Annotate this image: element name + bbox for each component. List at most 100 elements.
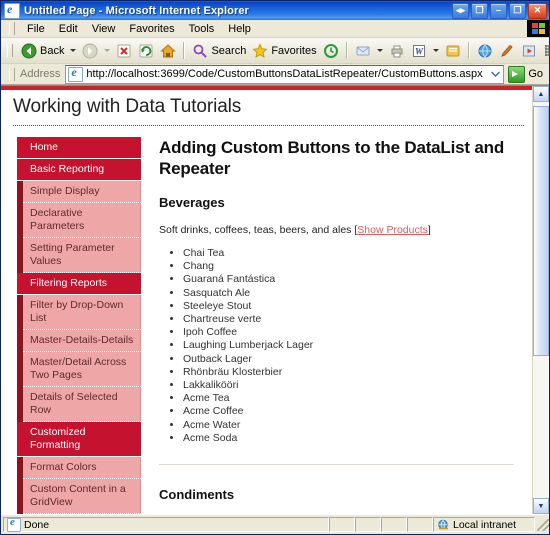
go-label: Go (528, 68, 543, 80)
security-zone-text: Local intranet (453, 519, 516, 531)
address-gripper[interactable] (9, 68, 15, 81)
sidebar-item-format-colors[interactable]: Format Colors (23, 457, 141, 479)
status-bar: Done Local intranet (1, 514, 549, 534)
home-button[interactable] (157, 39, 179, 62)
browser-window: Untitled Page - Microsoft Internet Explo… (0, 0, 550, 535)
address-input[interactable]: http://localhost:3699/Code/CustomButtons… (65, 65, 504, 84)
edit-word-button[interactable]: W (408, 39, 430, 62)
sidebar-item-basic-reporting[interactable]: Basic Reporting (17, 159, 141, 181)
messenger-button[interactable] (442, 39, 464, 62)
list-item: Acme Coffee (183, 405, 514, 418)
minimize-button[interactable]: – (490, 3, 507, 19)
list-item: Guaraná Fantástica (183, 273, 514, 286)
category-divider (159, 464, 514, 465)
toolbar-gripper[interactable] (7, 44, 13, 57)
close-button[interactable]: ✕ (528, 3, 547, 19)
ie-logo-animation (527, 20, 549, 37)
search-icon (192, 43, 208, 59)
list-item: Acme Tea (183, 392, 514, 405)
research-button[interactable] (496, 39, 518, 62)
category-name: Beverages (159, 195, 514, 210)
sidebar-item-details-of-selected-row[interactable]: Details of Selected Row (23, 387, 141, 422)
sidebar-item-simple-display[interactable]: Simple Display (23, 181, 141, 203)
encarta-button[interactable] (540, 39, 550, 62)
discuss-button[interactable] (474, 39, 496, 62)
page-icon (68, 67, 83, 82)
toolbar-separator-1 (183, 42, 185, 59)
main-content: Adding Custom Buttons to the DataList an… (141, 137, 532, 514)
resize-grip[interactable] (537, 519, 549, 531)
sidebar-item-customized-formatting[interactable]: Customized Formatting (17, 422, 141, 457)
media-icon (521, 43, 537, 59)
sidebar-item-master-detail-across-two-pages[interactable]: Master/Detail Across Two Pages (23, 352, 141, 387)
mail-dropdown-icon[interactable] (377, 49, 383, 52)
scroll-thumb[interactable] (533, 106, 549, 356)
menu-edit[interactable]: Edit (52, 22, 85, 36)
site-title: Working with Data Tutorials (1, 90, 532, 125)
maximize-icon: ❐ (513, 6, 521, 15)
restore-group-button[interactable]: ◂▸ (452, 3, 469, 19)
menu-tools[interactable]: Tools (182, 22, 222, 36)
refresh-icon (138, 43, 154, 59)
sidebar-item-master-details-details[interactable]: Master-Details-Details (23, 330, 141, 352)
sidebar-item-filter-by-drop-down-list[interactable]: Filter by Drop-Down List (23, 295, 141, 330)
print-button[interactable] (386, 39, 408, 62)
list-item: Chang (183, 260, 514, 273)
menu-help[interactable]: Help (221, 22, 258, 36)
sidebar-item-filtering-reports[interactable]: Filtering Reports (17, 273, 141, 295)
scroll-track[interactable] (533, 102, 549, 498)
media-button[interactable] (518, 39, 540, 62)
list-item: Acme Water (183, 419, 514, 432)
address-history-dropdown[interactable] (488, 67, 503, 82)
refresh-button[interactable] (135, 39, 157, 62)
list-item: Acme Soda (183, 432, 514, 445)
back-button[interactable]: Back (18, 39, 67, 62)
forward-dropdown-icon[interactable] (104, 49, 110, 52)
sidebar-nav: Home Basic Reporting Simple Display Decl… (17, 137, 141, 514)
menu-view[interactable]: View (85, 22, 123, 36)
page-viewport: Working with Data Tutorials Home Basic R… (1, 85, 549, 514)
ie-page-icon (4, 3, 20, 19)
menu-gripper[interactable] (9, 22, 15, 35)
vertical-scrollbar[interactable]: ▲ ▼ (532, 86, 549, 514)
mail-button[interactable] (352, 39, 374, 62)
sidebar-item-setting-parameter-values[interactable]: Setting Parameter Values (23, 238, 141, 273)
search-button[interactable]: Search (189, 39, 249, 62)
close-icon: ✕ (534, 6, 542, 15)
chevron-down-icon (491, 71, 500, 77)
sidebar-item-custom-content-gridview[interactable]: Custom Content in a GridView (23, 479, 141, 514)
menu-file[interactable]: File (20, 22, 52, 36)
back-dropdown-icon[interactable] (70, 49, 76, 52)
scroll-up-button[interactable]: ▲ (533, 86, 549, 102)
address-url-text: http://localhost:3699/Code/CustomButtons… (86, 68, 488, 80)
show-products-link[interactable]: Show Products (357, 224, 428, 236)
address-bar: Address http://localhost:3699/Code/Custo… (1, 64, 549, 85)
messenger-icon (445, 43, 461, 59)
list-item: Outback Lager (183, 353, 514, 366)
sidebar-item-declarative-parameters[interactable]: Declarative Parameters (23, 203, 141, 238)
window-controls: ◂▸ ❐ – ❐ ✕ (452, 3, 547, 19)
go-button[interactable]: Go (506, 66, 549, 83)
product-list: Chai Tea Chang Guaraná Fantástica Sasqua… (159, 247, 514, 445)
menu-favorites[interactable]: Favorites (122, 22, 181, 36)
security-zone-pane[interactable]: Local intranet (433, 517, 535, 532)
status-pane-2 (355, 517, 381, 532)
stop-button[interactable] (113, 39, 135, 62)
grid-icon (543, 43, 550, 59)
scroll-down-button[interactable]: ▼ (533, 498, 549, 514)
page-body: Home Basic Reporting Simple Display Decl… (1, 126, 532, 514)
web-page: Working with Data Tutorials Home Basic R… (1, 86, 532, 514)
sidebar-item-home[interactable]: Home (17, 137, 141, 159)
mail-icon (355, 43, 371, 59)
group-window-button[interactable]: ❐ (471, 3, 488, 19)
maximize-button[interactable]: ❐ (509, 3, 526, 19)
edit-dropdown-icon[interactable] (433, 49, 439, 52)
favorites-button[interactable]: Favorites (249, 39, 319, 62)
forward-button[interactable] (79, 39, 101, 62)
history-button[interactable] (320, 39, 342, 62)
favorites-star-icon (252, 43, 268, 59)
research-pen-icon (499, 43, 515, 59)
status-pane-4 (407, 517, 433, 532)
history-icon (323, 43, 339, 59)
favorites-label: Favorites (271, 45, 316, 57)
